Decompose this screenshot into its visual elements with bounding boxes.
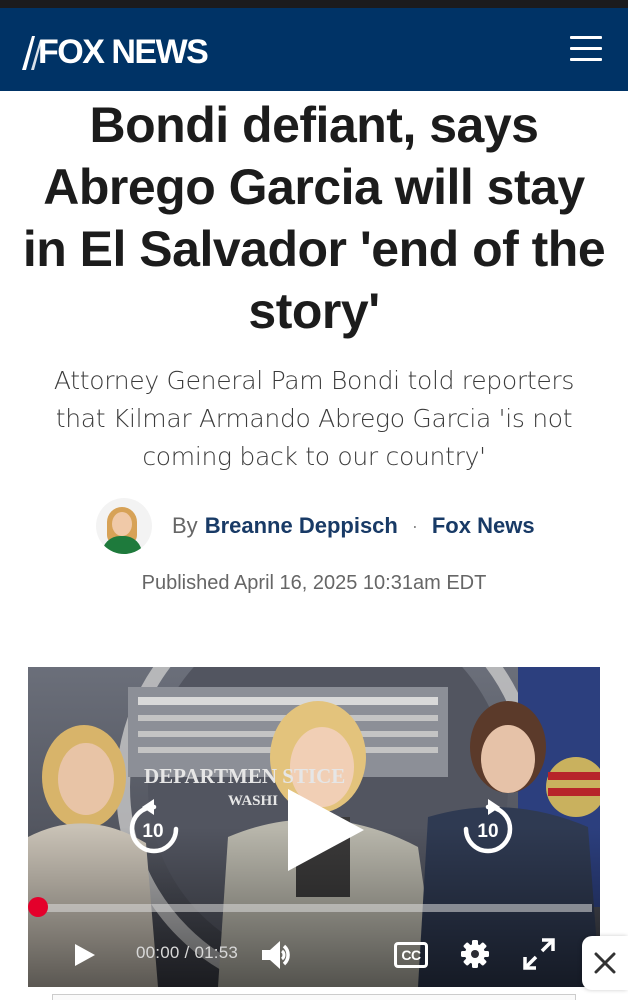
time-display: 00:00/01:53: [136, 943, 238, 963]
forward-10-button[interactable]: 10: [458, 799, 518, 859]
backdrop-text-line1: DEPARTMEN STICE: [144, 764, 345, 788]
settings-gear-icon[interactable]: [460, 939, 490, 969]
byline-prefix: By: [172, 513, 198, 538]
time-separator: /: [184, 943, 190, 962]
current-time: 00:00: [136, 943, 180, 962]
article-subheadline: Attorney General Pam Bondi told reporter…: [53, 366, 575, 471]
progress-scrubber[interactable]: [28, 897, 48, 917]
forward-10-label: 10: [477, 821, 498, 842]
volume-icon[interactable]: [260, 939, 298, 971]
top-border: [0, 0, 628, 8]
big-play-icon[interactable]: [286, 787, 366, 873]
hamburger-menu-icon[interactable]: [570, 36, 602, 66]
rewind-10-button[interactable]: 10: [124, 799, 184, 859]
forward-10-icon: 10: [463, 799, 513, 854]
close-overlay-button[interactable]: [582, 936, 628, 990]
byline-separator: ·: [411, 515, 418, 536]
author-link[interactable]: Breanne Deppisch: [205, 513, 398, 539]
cc-label: CC: [401, 947, 421, 963]
ad-banner-edge: [52, 994, 576, 1000]
byline: By Breanne Deppisch · Fox News: [96, 496, 535, 556]
close-icon: [594, 952, 616, 974]
play-icon[interactable]: [74, 943, 96, 967]
video-player[interactable]: DEPARTMEN STICE WASHI 10 10 00:00/01:53: [28, 667, 600, 987]
duration: 01:53: [194, 943, 239, 962]
fullscreen-icon[interactable]: [522, 937, 556, 971]
rewind-10-label: 10: [142, 821, 163, 842]
outlet-link[interactable]: Fox News: [432, 513, 535, 539]
rewind-10-icon: 10: [129, 799, 179, 854]
article-headline: Bondi defiant, says Abrego Garcia will s…: [22, 97, 606, 339]
logo-text: FOX NEWS: [38, 33, 209, 71]
closed-captions-icon[interactable]: CC: [394, 942, 428, 968]
searchlight-icon: [22, 36, 42, 70]
fox-news-logo[interactable]: FOX NEWS: [20, 32, 209, 72]
site-header: FOX NEWS: [0, 8, 628, 91]
backdrop-text-line2: WASHI: [228, 793, 278, 809]
published-timestamp: Published April 16, 2025 10:31am EDT: [141, 572, 487, 594]
author-avatar[interactable]: [96, 498, 152, 554]
progress-track[interactable]: [36, 904, 592, 912]
